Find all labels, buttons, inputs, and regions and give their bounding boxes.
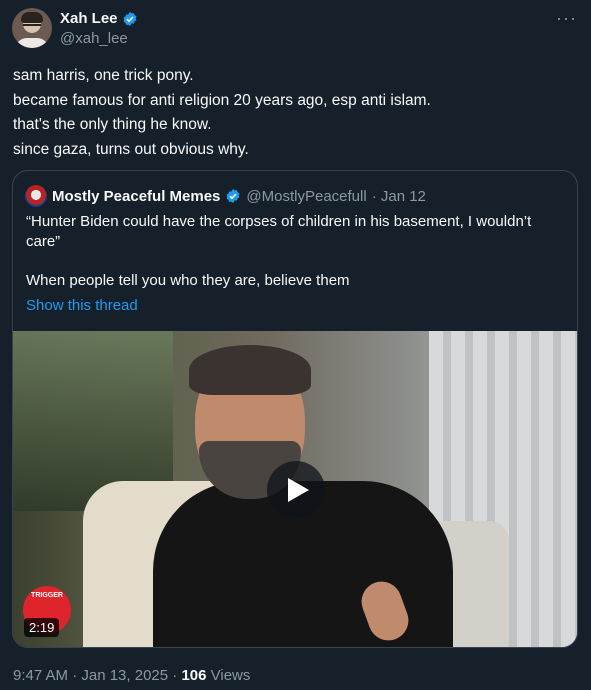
show-thread-link[interactable]: Show this thread (26, 297, 138, 314)
verified-badge-icon (227, 189, 240, 203)
author-name-row: Xah Lee (60, 10, 138, 27)
verified-badge-icon (123, 11, 136, 26)
video-player[interactable]: TRIGGER 2:19 (13, 331, 577, 647)
quoted-tweet-header: Mostly Peaceful Memes @MostlyPeacefull ·… (25, 185, 426, 207)
author-name[interactable]: Xah Lee (60, 10, 118, 27)
tweet-header: Xah Lee @xah_lee ··· (12, 8, 579, 52)
quoted-author-avatar[interactable] (25, 185, 47, 207)
views-label: Views (206, 667, 251, 684)
play-button[interactable] (267, 461, 325, 519)
quoted-tweet-line: When people tell you who they are, belie… (26, 272, 350, 289)
timestamp[interactable]: 9:47 AM · Jan 13, 2025 · (13, 667, 181, 684)
post-line: since gaza, turns out obvious why. (13, 140, 249, 158)
post-line: that's the only thing he know. (13, 116, 212, 133)
quoted-author-name[interactable]: Mostly Peaceful Memes (52, 188, 220, 205)
avatar-hair (21, 12, 43, 23)
post-text: sam harris, one trick pony. became famou… (13, 64, 573, 162)
quoted-tweet-card[interactable]: Mostly Peaceful Memes @MostlyPeacefull ·… (12, 170, 578, 648)
post-line: became famous for anti religion 20 years… (13, 91, 431, 109)
quoted-tweet-body: “Hunter Biden could have the corpses of … (26, 213, 532, 250)
post-line: sam harris, one trick pony. (13, 67, 194, 84)
more-options-icon[interactable]: ··· (556, 8, 577, 29)
avatar-glasses (23, 24, 41, 31)
quoted-author-handle[interactable]: @MostlyPeacefull (246, 188, 366, 205)
video-person-hair (189, 345, 311, 395)
quoted-tweet-date[interactable]: · Jan 12 (372, 188, 426, 205)
author-avatar[interactable] (12, 8, 52, 48)
tweet-footer: 9:47 AM · Jan 13, 2025 · 106 Views (13, 667, 250, 684)
video-duration: 2:19 (24, 618, 60, 637)
avatar-shirt (15, 38, 49, 48)
author-handle[interactable]: @xah_lee (60, 30, 128, 47)
play-icon (288, 478, 309, 502)
views-count: 106 (181, 667, 207, 684)
